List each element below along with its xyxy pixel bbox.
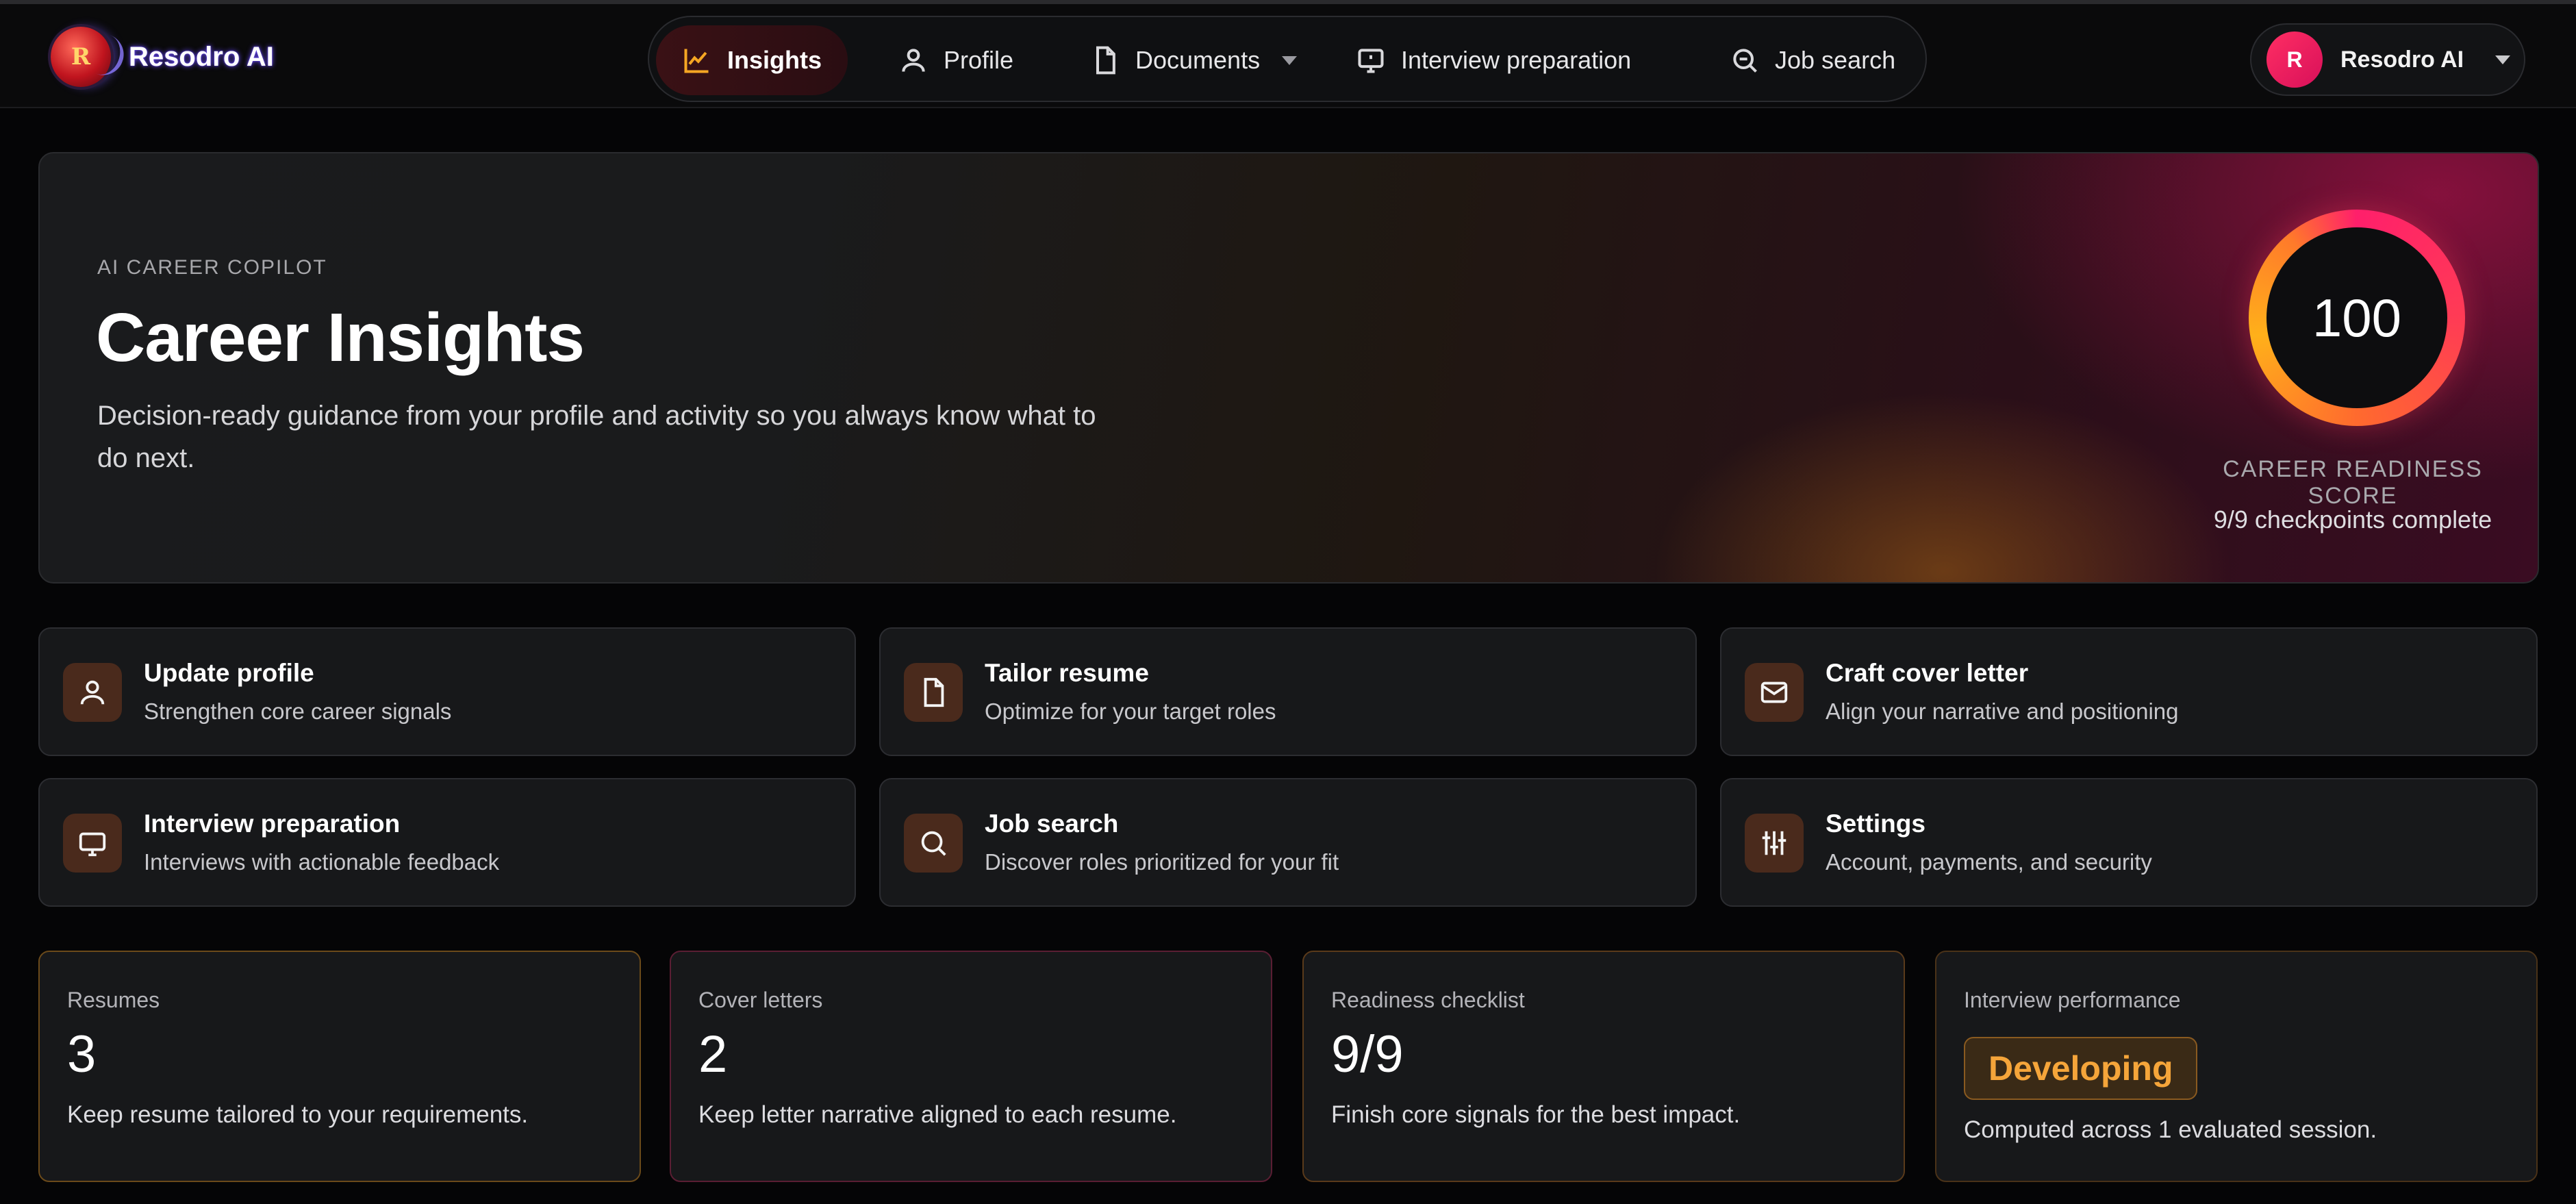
search-icon (904, 814, 963, 873)
stat-subtitle: Keep resume tailored to your requirement… (67, 1101, 529, 1128)
action-card-subtitle: Optimize for your target roles (985, 699, 1276, 724)
action-card-title: Job search (985, 810, 1119, 838)
nav-item-label: Profile (944, 46, 1014, 74)
action-card-subtitle: Strengthen core career signals (144, 699, 452, 724)
nav-item-label: Insights (727, 46, 822, 74)
action-card-update-profile[interactable]: Update profile Strengthen core career si… (38, 627, 856, 756)
mail-icon (1745, 663, 1804, 722)
hero-eyebrow: AI CAREER COPILOT (97, 256, 327, 279)
avatar: R (2266, 32, 2323, 88)
action-card-settings[interactable]: Settings Account, payments, and security (1720, 778, 2538, 907)
action-card-job-search[interactable]: Job search Discover roles prioritized fo… (879, 778, 1697, 907)
stat-label: Readiness checklist (1331, 988, 1525, 1012)
nav-item-label: Documents (1135, 46, 1261, 74)
action-card-title: Settings (1826, 810, 1925, 838)
search-icon (1733, 49, 1757, 73)
chevron-down-icon (1282, 55, 1298, 65)
nav-item-documents[interactable]: Documents (1064, 25, 1323, 95)
nav-item-interview-preparation[interactable]: Interview preparation (1330, 25, 1657, 95)
stat-value: 3 (67, 1025, 97, 1083)
action-card-tailor-resume[interactable]: Tailor resume Optimize for your target r… (879, 627, 1697, 756)
page-title: Career Insights (96, 299, 585, 376)
action-card-title: Update profile (144, 659, 314, 687)
score-label: CAREER READINESS SCORE (2223, 456, 2483, 509)
brand-logo-letter: R (71, 43, 91, 71)
stat-card-resumes[interactable]: Resumes 3 Keep resume tailored to your r… (38, 951, 641, 1182)
nav-item-profile[interactable]: Profile (872, 25, 1039, 95)
user-icon (63, 663, 122, 722)
score-value: 100 (2312, 287, 2402, 348)
action-card-title: Craft cover letter (1826, 659, 2029, 687)
monitor-icon (1358, 49, 1384, 73)
brand-name: Resodro AI (129, 41, 274, 72)
action-card-subtitle: Align your narrative and positioning (1826, 699, 2179, 724)
stat-card-cover-letters[interactable]: Cover letters 2 Keep letter narrative al… (670, 951, 1272, 1182)
action-card-title: Interview preparation (144, 810, 401, 838)
score-checkpoints: 9/9 checkpoints complete (2213, 505, 2492, 534)
user-menu-button[interactable]: R Resodro AI (2250, 23, 2525, 96)
brand-logo-wing (89, 32, 130, 81)
chevron-down-icon (2495, 55, 2511, 64)
stat-label: Cover letters (698, 988, 823, 1012)
stat-label: Resumes (67, 988, 160, 1012)
user-icon (902, 49, 925, 72)
career-readiness-score: 100 CAREER READINESS SCORE 9/9 checkpoin… (2209, 210, 2492, 545)
action-card-interview-preparation[interactable]: Interview preparation Interviews with ac… (38, 778, 856, 907)
nav-item-label: Job search (1775, 46, 1896, 74)
chart-line-icon (684, 49, 709, 73)
action-card-subtitle: Interviews with actionable feedback (144, 849, 500, 875)
nav-item-insights[interactable]: Insights (656, 25, 848, 95)
user-name: Resodro AI (2340, 46, 2464, 73)
brand-logo: R (51, 27, 130, 87)
action-card-subtitle: Discover roles prioritized for your fit (985, 849, 1339, 875)
document-icon (904, 663, 963, 722)
main-nav: Insights Profile Documents Interview pre… (648, 16, 1927, 102)
action-card-craft-cover-letter[interactable]: Craft cover letter Align your narrative … (1720, 627, 2538, 756)
stat-value: 2 (698, 1025, 728, 1083)
stat-subtitle: Computed across 1 evaluated session. (1964, 1116, 2377, 1143)
brand[interactable]: R Resodro AI (51, 26, 274, 88)
stat-value: 9/9 (1331, 1025, 1404, 1083)
hero-description: Decision-ready guidance from your profil… (97, 401, 1096, 473)
stat-subtitle: Keep letter narrative aligned to each re… (698, 1101, 1177, 1128)
monitor-icon (63, 814, 122, 873)
action-card-title: Tailor resume (985, 659, 1149, 687)
stat-card-readiness-checklist[interactable]: Readiness checklist 9/9 Finish core sign… (1302, 951, 1905, 1182)
document-icon (1096, 46, 1115, 75)
stat-label: Interview performance (1964, 988, 2181, 1012)
stat-card-interview-performance[interactable]: Interview performance Developing Compute… (1935, 951, 2538, 1182)
status-badge: Developing (1964, 1037, 2198, 1100)
sliders-icon (1745, 814, 1804, 873)
top-navigation-bar: R Resodro AI Insights Profile Documents (0, 0, 2576, 108)
nav-item-label: Interview preparation (1401, 46, 1632, 74)
nav-item-job-search[interactable]: Job search (1704, 25, 1921, 95)
hero-banner: AI CAREER COPILOT Career Insights Decisi… (38, 152, 2539, 584)
stat-subtitle: Finish core signals for the best impact. (1331, 1101, 1741, 1128)
action-card-subtitle: Account, payments, and security (1826, 849, 2152, 875)
